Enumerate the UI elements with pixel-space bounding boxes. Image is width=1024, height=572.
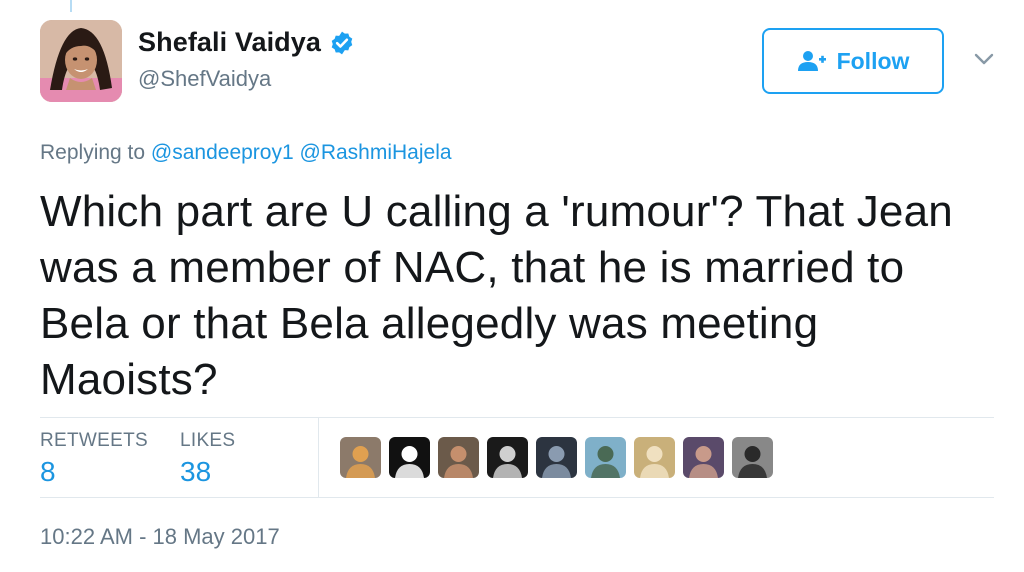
retweets-stat[interactable]: RETWEETS 8 bbox=[40, 430, 148, 488]
follow-button[interactable]: Follow bbox=[762, 28, 944, 94]
stats-divider-top bbox=[40, 417, 994, 418]
author-handle[interactable]: @ShefVaidya bbox=[138, 66, 271, 92]
likes-label: LIKES bbox=[180, 430, 236, 451]
author-avatar[interactable] bbox=[40, 20, 122, 102]
author-display-name[interactable]: Shefali Vaidya bbox=[138, 27, 321, 58]
profile-photo bbox=[40, 20, 122, 102]
reply-mention-sandeeproy1[interactable]: @sandeeproy1 bbox=[151, 141, 294, 164]
chevron-down-icon[interactable] bbox=[972, 50, 996, 68]
reply-context: Replying to @sandeeproy1 @RashmiHajela bbox=[40, 141, 452, 165]
liker-avatars bbox=[340, 437, 773, 478]
follow-button-label: Follow bbox=[836, 47, 910, 74]
liker-avatar[interactable] bbox=[536, 437, 577, 478]
liker-avatar[interactable] bbox=[340, 437, 381, 478]
liker-avatar[interactable] bbox=[585, 437, 626, 478]
liker-avatar[interactable] bbox=[683, 437, 724, 478]
thread-connector-line bbox=[70, 0, 72, 12]
reply-prefix: Replying to bbox=[40, 141, 146, 164]
retweets-count: 8 bbox=[40, 456, 56, 487]
liker-avatar[interactable] bbox=[438, 437, 479, 478]
liker-avatar[interactable] bbox=[732, 437, 773, 478]
liker-avatar[interactable] bbox=[487, 437, 528, 478]
tweet-timestamp[interactable]: 10:22 AM - 18 May 2017 bbox=[40, 524, 280, 550]
add-user-icon bbox=[797, 51, 826, 71]
liker-avatar[interactable] bbox=[634, 437, 675, 478]
liker-avatar[interactable] bbox=[389, 437, 430, 478]
stats-vertical-divider bbox=[318, 418, 319, 497]
retweets-label: RETWEETS bbox=[40, 430, 148, 451]
tweet-text: Which part are U calling a 'rumour'? Tha… bbox=[40, 187, 953, 404]
stats-divider-bottom bbox=[40, 497, 994, 498]
likes-stat[interactable]: LIKES 38 bbox=[180, 430, 235, 488]
likes-count: 38 bbox=[180, 456, 212, 487]
reply-mention-rashmihajela[interactable]: @RashmiHajela bbox=[300, 141, 452, 164]
tweet-card: Shefali Vaidya @ShefVaidya Follow Replyi… bbox=[0, 0, 1024, 572]
author-name-row[interactable]: Shefali Vaidya bbox=[138, 27, 355, 58]
verified-badge-icon bbox=[331, 31, 353, 54]
